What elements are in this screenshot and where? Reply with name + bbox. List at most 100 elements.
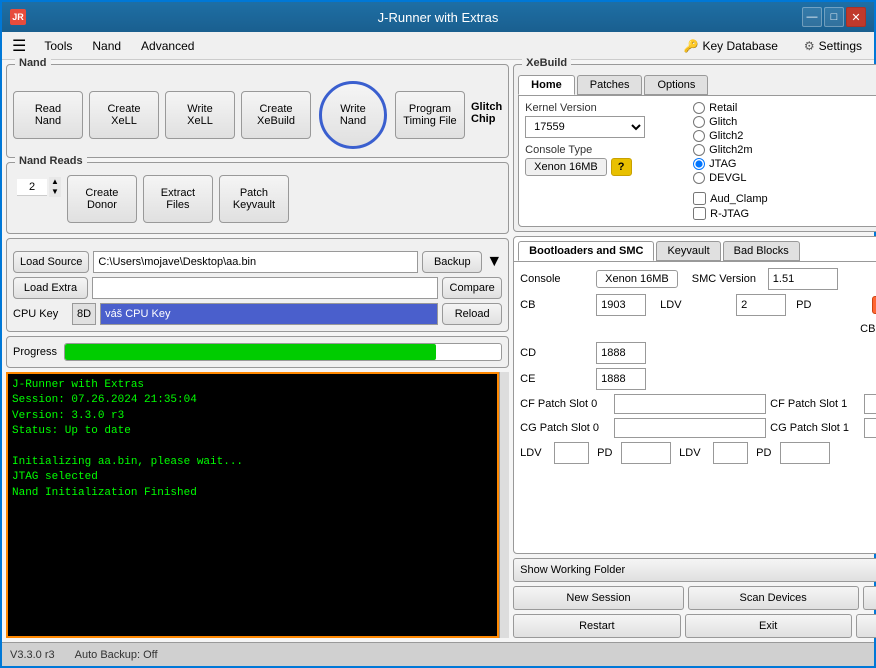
cpu-key-label: CPU Key [13,308,68,320]
scan-devices-button[interactable]: Scan Devices [688,586,859,610]
key-database-button[interactable]: 🔑 Key Database [676,36,786,56]
create-xebuild-button[interactable]: CreateXeBuild [241,91,311,139]
cf-patch-slot-0-input[interactable] [614,394,766,414]
backup-button[interactable]: Backup [422,251,482,273]
xebuild-tab-home[interactable]: Home [518,75,575,95]
settings-button[interactable]: ⚙ Settings [796,36,870,56]
show-working-folder-button[interactable]: Show Working Folder ▼ [513,558,876,582]
cg-patch-slot-0-label: CG Patch Slot 0 [520,422,610,434]
hamburger-menu[interactable]: ☰ [6,34,32,58]
compare-button[interactable]: Compare [442,277,502,299]
cb-input[interactable] [596,294,646,316]
xebuild-tab-patches[interactable]: Patches [577,75,643,95]
cf-patch-slot-0-label: CF Patch Slot 0 [520,398,610,410]
pd-label: PD [796,299,866,311]
load-source-button[interactable]: Load Source [13,251,89,273]
create-donor-button[interactable]: CreateDonor [67,175,137,223]
radio-glitch2[interactable] [693,130,705,142]
scan-ip-range-button[interactable]: Scan IP Range [856,614,876,638]
get-cpu-key-button[interactable]: Get CPU Key [863,586,876,610]
menu-bar: ☰ Tools Nand Advanced 🔑 Key Database ⚙ S… [2,32,874,60]
menu-nand[interactable]: Nand [84,36,129,56]
reload-button[interactable]: Reload [442,303,502,325]
program-timing-button[interactable]: ProgramTiming File [395,91,465,139]
key-icon: 🔑 [684,39,699,53]
log-area: J-Runner with Extras Session: 07.26.2024… [6,372,499,638]
radio-glitch2-label: Glitch2 [709,130,743,142]
new-session-button[interactable]: New Session [513,586,684,610]
pd-value-button[interactable]: 0x24AB10 [872,296,876,314]
bootloaders-group: Bootloaders and SMC Keyvault Bad Blocks … [513,236,876,554]
aud-clamp-label: Aud_Clamp [710,193,767,205]
radio-glitch2m[interactable] [693,144,705,156]
tab-bad-blocks[interactable]: Bad Blocks [723,241,800,261]
auto-backup-label: Auto Backup: Off [75,649,158,661]
r-jtag-label: R-JTAG [710,208,749,220]
r-jtag-checkbox[interactable] [693,207,706,220]
ce-label: CE [520,373,590,385]
log-line-7: Nand Initialization Finished [12,486,493,501]
nand-reads-group: Nand Reads 2 ▲ ▼ CreateDonor Extra [6,162,509,234]
log-line-1: Session: 07.26.2024 21:35:04 [12,393,493,408]
patch-keyvault-button[interactable]: PatchKeyvault [219,175,289,223]
reads-down-arrow[interactable]: ▼ [49,187,61,197]
log-line-6: JTAG selected [12,470,493,485]
ldv-input-2[interactable] [554,442,589,464]
close-button[interactable]: ✕ [846,7,866,27]
radio-jtag[interactable] [693,158,705,170]
cpu-key-prefix: 8D [72,303,96,325]
extract-files-button[interactable]: ExtractFiles [143,175,213,223]
pd-input-2[interactable] [621,442,671,464]
xebuild-group: XeBuild Home Patches Options Kernel Vers… [513,64,876,232]
radio-devgl-label: DEVGL [709,172,746,184]
progress-bar-fill [65,344,436,360]
minimize-button[interactable]: — [802,7,822,27]
tab-bootloaders-smc[interactable]: Bootloaders and SMC [518,241,654,261]
load-extra-input[interactable] [92,277,438,299]
cf-patch-slot-1-label: CF Patch Slot 1 [770,398,860,410]
ldv-input[interactable] [736,294,786,316]
console-question-button[interactable]: ? [611,158,632,176]
cpu-key-input[interactable] [100,303,438,325]
progress-section: Progress [6,336,509,368]
radio-devgl[interactable] [693,172,705,184]
cg-patch-slot-0-input[interactable] [614,418,766,438]
write-nand-button[interactable]: WriteNand [319,81,387,149]
pd-input-3[interactable] [780,442,830,464]
load-extra-button[interactable]: Load Extra [13,277,88,299]
ce-input[interactable] [596,368,646,390]
console-type-button[interactable]: Xenon 16MB [525,158,607,176]
radio-retail[interactable] [693,102,705,114]
pd-label-3: PD [756,447,776,459]
backup-dropdown-arrow[interactable]: ▼ [486,253,502,271]
write-xell-button[interactable]: WriteXeLL [165,91,235,139]
console-label: Console [520,273,590,285]
build-type-radio-group: Retail Glitch Glitch2 [693,102,876,184]
kernel-version-select[interactable]: 17559 [525,116,645,138]
read-nand-button[interactable]: ReadNand [13,91,83,139]
glitch-chip-area: Glitch Chip [471,101,502,129]
ldv-input-3[interactable] [713,442,748,464]
reads-spinner[interactable]: ▲ ▼ [49,177,61,197]
maximize-button[interactable]: □ [824,7,844,27]
xebuild-tab-options[interactable]: Options [644,75,708,95]
menu-advanced[interactable]: Advanced [133,36,202,56]
nand-group-label: Nand [15,57,51,69]
aud-clamp-checkbox[interactable] [693,192,706,205]
load-source-input[interactable] [93,251,418,273]
cd-input[interactable] [596,342,646,364]
radio-glitch[interactable] [693,116,705,128]
ldv-label-2: LDV [520,447,550,459]
menu-tools[interactable]: Tools [36,36,80,56]
version-label: V3.3.0 r3 [10,649,55,661]
tab-keyvault[interactable]: Keyvault [656,241,720,261]
cf-patch-slot-1-input[interactable] [864,394,876,414]
exit-button[interactable]: Exit [685,614,852,638]
smc-version-input[interactable] [768,268,838,290]
restart-button[interactable]: Restart [513,614,680,638]
log-scrollbar[interactable] [499,372,509,638]
create-xell-button[interactable]: CreateXeLL [89,91,159,139]
cg-patch-slot-1-input[interactable] [864,418,876,438]
console-value-button[interactable]: Xenon 16MB [596,270,678,288]
reads-up-arrow[interactable]: ▲ [49,177,61,187]
